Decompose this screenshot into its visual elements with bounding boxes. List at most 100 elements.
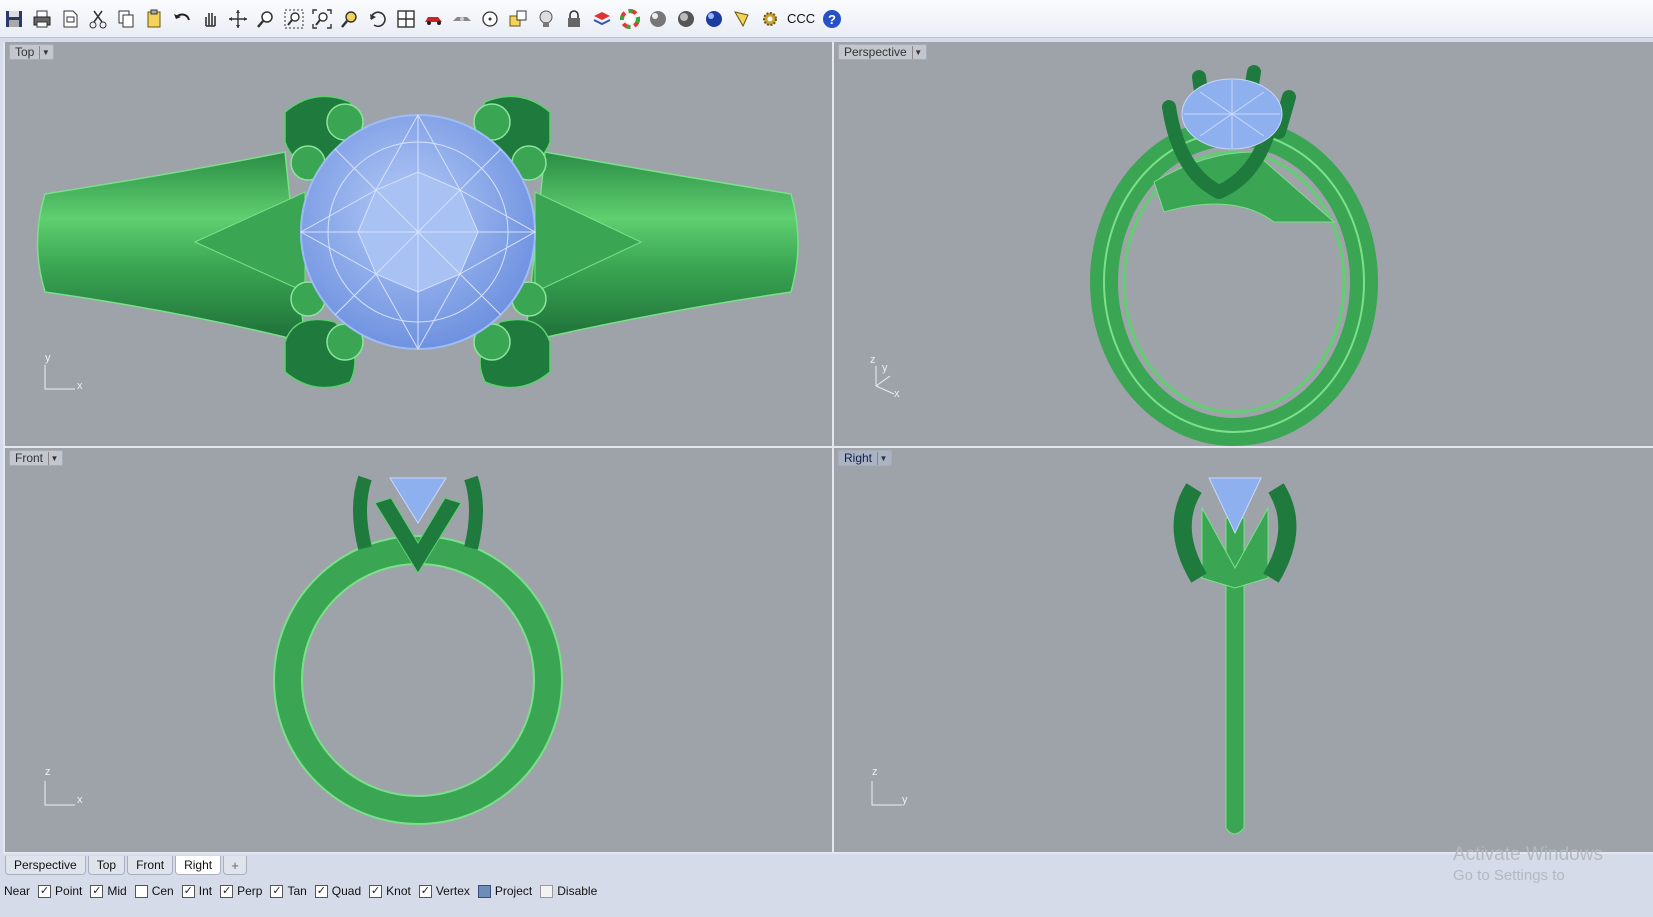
osnap-label: Perp [237,884,263,898]
sphere-blue-icon[interactable] [700,5,727,32]
osnap-near[interactable]: Near [4,884,30,898]
axis-label-z: z [870,354,876,366]
add-tab-button[interactable]: + [223,856,248,875]
osnap-label: Knot [386,884,411,898]
osnap-quad[interactable]: ✓ Quad [314,884,362,898]
tab-right[interactable]: Right [175,856,222,875]
chevron-down-icon[interactable]: ▼ [911,45,924,59]
sphere-gray-icon[interactable] [644,5,671,32]
paste-icon[interactable] [140,5,167,32]
axis-label-z: z [872,766,878,778]
osnap-mid[interactable]: ✓ Mid [90,884,127,898]
osnap-point[interactable]: ✓ Point [38,884,82,898]
axis-label-y: y [902,794,908,806]
new-icon[interactable] [56,5,83,32]
viewport-title-perspective[interactable]: Perspective ▼ [838,44,927,60]
car-icon[interactable] [420,5,447,32]
pan-hand-icon[interactable] [196,5,223,32]
cut-icon[interactable] [84,5,111,32]
copy-icon[interactable] [112,5,139,32]
checkbox-mid[interactable]: ✓ [90,884,104,898]
ring-top-view [36,95,799,389]
save-icon[interactable] [0,5,27,32]
osnap-label: Mid [107,884,127,898]
rotate-view-icon[interactable] [364,5,391,32]
osnap-label: Quad [331,884,362,898]
checkbox-vertex[interactable]: ✓ [418,884,432,898]
circle-icon[interactable] [476,5,503,32]
print-icon[interactable] [28,5,55,32]
tab-front[interactable]: Front [127,856,174,875]
osnap-bar: Near ✓ Point ✓ Mid Cen ✓ Int ✓ Perp ✓ Tan ✓ Qu… [0,880,1653,902]
pencil-icon[interactable] [728,5,755,32]
tab-top[interactable]: Top [87,856,126,875]
svg-text:?: ? [828,12,836,27]
axis-label-x: x [77,794,83,806]
osnap-label: Int [198,884,213,898]
lock-icon[interactable] [560,5,587,32]
standard-toolbar: CCC ? [0,0,1653,38]
axis-label-x: x [894,388,900,400]
checkbox-knot[interactable]: ✓ [369,884,383,898]
ring-perspective-view [1090,65,1378,446]
viewport-area: Top ▼ y x Perspective ▼ z y x Front ▼ z … [3,42,1653,854]
rhino-window: CCC ? Top ▼ y x Perspective ▼ z y x Fron… [0,0,1653,917]
checkbox-quad[interactable]: ✓ [314,884,328,898]
ccc-button[interactable]: CCC [784,11,818,26]
viewport-tabs: Perspective Top Front Right + [5,855,249,875]
viewport-right[interactable]: Right ▼ z y [834,448,1653,852]
osnap-int[interactable]: ✓ Int [181,884,213,898]
grid-layout-icon[interactable] [392,5,419,32]
osnap-tan[interactable]: ✓ Tan [270,884,307,898]
axis-label-x: x [77,380,83,392]
zoom-extents-icon[interactable] [308,5,335,32]
axis-label-z: z [45,766,51,778]
viewport-front[interactable]: Front ▼ z x [5,448,832,852]
help-icon[interactable]: ? [818,5,845,32]
checkbox-disable[interactable] [540,884,554,898]
osnap-label: Disable [557,884,598,898]
snap-icon[interactable] [504,5,531,32]
checkbox-cen[interactable] [134,884,148,898]
viewport-top[interactable]: Top ▼ y x [5,42,832,446]
color-wheel-icon[interactable] [616,5,643,32]
osnap-project[interactable]: Project [477,884,533,898]
viewport-title-front[interactable]: Front ▼ [9,450,64,466]
osnap-label: Point [55,884,83,898]
viewport-title-right[interactable]: Right ▼ [838,450,893,466]
osnap-disable[interactable]: Disable [540,884,597,898]
osnap-perp[interactable]: ✓ Perp [220,884,262,898]
chevron-down-icon[interactable]: ▼ [48,451,60,465]
osnap-label: Project [494,884,533,898]
osnap-vertex[interactable]: ✓ Vertex [418,884,470,898]
checkbox-perp[interactable]: ✓ [220,884,234,898]
viewport-title-top[interactable]: Top ▼ [9,44,55,60]
zoom-selected-icon[interactable] [336,5,363,32]
checkbox-tan[interactable]: ✓ [270,884,284,898]
ring-front-view [273,475,563,825]
watermark-line1: Activate Windows [1453,844,1603,865]
gear-icon[interactable] [756,5,783,32]
osnap-near-label: Near [4,884,31,898]
layer-icon[interactable] [588,5,615,32]
osnap-cen[interactable]: Cen [134,884,174,898]
osnap-label: Vertex [435,884,470,898]
osnap-knot[interactable]: ✓ Knot [369,884,411,898]
chevron-down-icon[interactable]: ▼ [877,451,889,465]
bulb-icon[interactable] [532,5,559,32]
zoom-window-icon[interactable] [280,5,307,32]
checkbox-point[interactable]: ✓ [38,884,52,898]
tab-perspective[interactable]: Perspective [5,856,86,875]
activation-watermark: Activate Windows Go to Settings to [1453,844,1653,886]
move-view-icon[interactable] [224,5,251,32]
chevron-down-icon[interactable]: ▼ [39,45,51,59]
viewport-perspective[interactable]: Perspective ▼ z y x [834,42,1653,446]
undo-icon[interactable] [168,5,195,32]
axis-label-y: y [882,362,888,374]
ring-right-view [1173,477,1297,835]
checkbox-int[interactable]: ✓ [181,884,195,898]
checkbox-project[interactable] [477,884,491,898]
sphere-shaded-icon[interactable] [672,5,699,32]
render-icon[interactable] [448,5,475,32]
zoom-icon[interactable] [252,5,279,32]
